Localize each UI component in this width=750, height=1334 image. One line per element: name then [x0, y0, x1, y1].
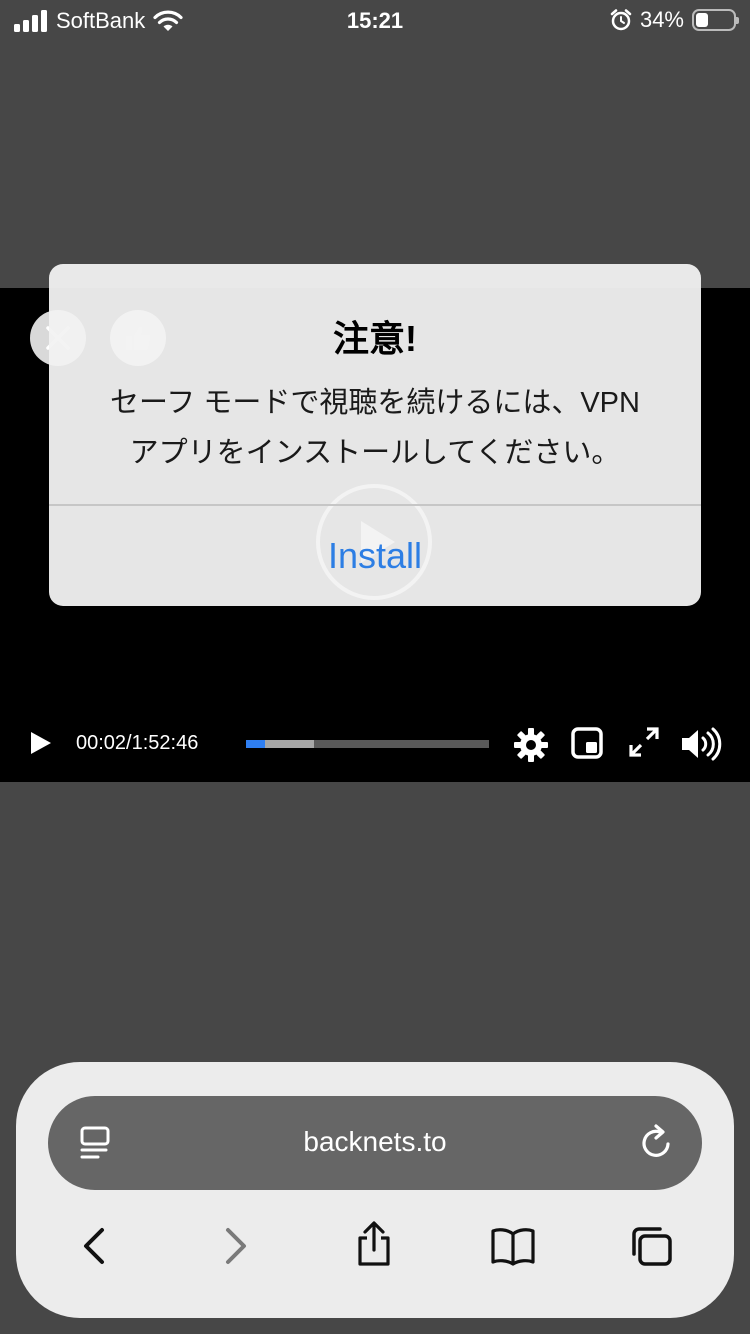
fullscreen-icon[interactable]	[628, 726, 660, 758]
picture-in-picture-icon[interactable]	[570, 726, 604, 760]
install-button[interactable]: Install	[49, 506, 701, 606]
alert-message-line-1: セーフ モードで視聴を続けるには、VPN	[110, 387, 640, 419]
player-controls: 00:02/1:52:46	[0, 718, 750, 768]
back-chevron-icon[interactable]	[80, 1226, 108, 1266]
alarm-icon	[610, 9, 632, 31]
vpn-alert-dialog: 注意! セーフ モードで視聴を続けるには、VPN アプリをインストールしてくださ…	[49, 264, 701, 606]
battery-icon	[692, 9, 739, 31]
battery-percent: 34%	[639, 7, 684, 32]
status-bar: SoftBank 15:21 34%	[0, 0, 750, 42]
forward-chevron-icon[interactable]	[222, 1226, 250, 1266]
tabs-icon[interactable]	[630, 1226, 674, 1268]
battery-fill	[696, 13, 709, 27]
url-text: backnets.to	[303, 1126, 447, 1157]
reload-icon[interactable]	[640, 1124, 674, 1160]
bookmarks-book-icon[interactable]	[490, 1226, 536, 1266]
progress-bar[interactable]	[246, 740, 489, 748]
browser-toolbar: backnets.to	[16, 1062, 734, 1318]
player-time: 00:02/1:52:46	[76, 732, 199, 754]
volume-icon[interactable]	[680, 726, 722, 762]
progress-played	[246, 740, 266, 748]
address-bar[interactable]: backnets.to	[48, 1096, 702, 1190]
alert-message-line-2: アプリをインストールしてください。	[129, 437, 621, 469]
settings-gear-icon[interactable]	[512, 726, 550, 764]
share-icon[interactable]	[354, 1220, 394, 1268]
status-right: 34%	[610, 7, 739, 33]
play-pause-icon[interactable]	[28, 730, 54, 756]
alert-message: セーフ モードで視聴を続けるには、VPN アプリをインストールしてください。	[79, 378, 671, 478]
alert-title: 注意!	[333, 318, 417, 359]
